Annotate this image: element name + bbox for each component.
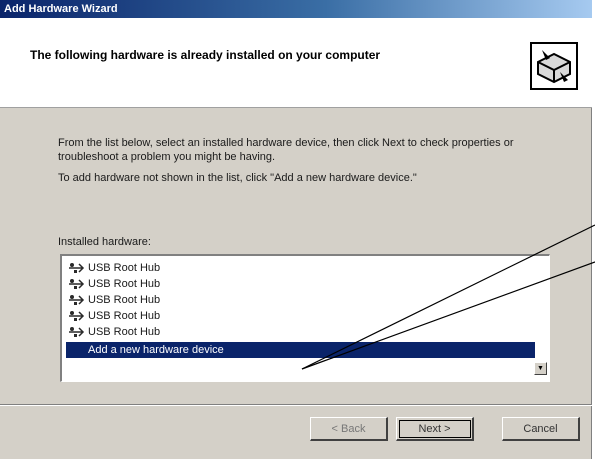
footer-separator <box>0 404 592 406</box>
wizard-header: The following hardware is already instal… <box>0 18 592 108</box>
add-hardware-hint: To add hardware not shown in the list, c… <box>58 172 417 184</box>
usb-icon <box>68 325 86 339</box>
list-item-label: USB Root Hub <box>88 326 161 338</box>
list-item-usb-root-hub[interactable]: USB Root Hub <box>66 276 535 292</box>
cancel-button[interactable]: Cancel <box>502 417 580 441</box>
list-item-label: USB Root Hub <box>88 310 161 322</box>
header-title: The following hardware is already instal… <box>30 48 381 62</box>
window-title: Add Hardware Wizard <box>0 0 592 18</box>
list-item-label: USB Root Hub <box>88 294 161 306</box>
list-item-label: USB Root Hub <box>88 262 161 274</box>
back-button[interactable]: < Back <box>310 417 388 441</box>
usb-icon <box>68 293 86 307</box>
usb-icon <box>68 261 86 275</box>
list-item-usb-root-hub[interactable]: USB Root Hub <box>66 292 535 308</box>
usb-icon <box>68 309 86 323</box>
list-item-usb-root-hub[interactable]: USB Root Hub <box>66 260 535 276</box>
next-button[interactable]: Next > <box>396 417 474 441</box>
installed-hardware-listbox[interactable]: USB Root Hub USB Root Hub USB Root Hub USB … <box>60 254 550 382</box>
add-hardware-wizard-window: Add Hardware Wizard The following hardwa… <box>0 0 592 459</box>
usb-icon <box>68 277 86 291</box>
list-item-label: Add a new hardware device <box>88 344 224 356</box>
scroll-down-arrow[interactable]: ▼ <box>534 362 547 375</box>
list-item-label: USB Root Hub <box>88 278 161 290</box>
list-item-usb-root-hub[interactable]: USB Root Hub <box>66 324 535 340</box>
list-item-usb-root-hub[interactable]: USB Root Hub <box>66 308 535 324</box>
installed-hardware-label: Installed hardware: <box>58 236 151 248</box>
hardware-wizard-icon <box>530 42 578 90</box>
list-item-add-new-hardware[interactable]: Add a new hardware device <box>66 342 535 358</box>
instructions-text: From the list below, select an installed… <box>58 137 514 163</box>
hardware-list: USB Root Hub USB Root Hub USB Root Hub USB … <box>66 260 535 358</box>
